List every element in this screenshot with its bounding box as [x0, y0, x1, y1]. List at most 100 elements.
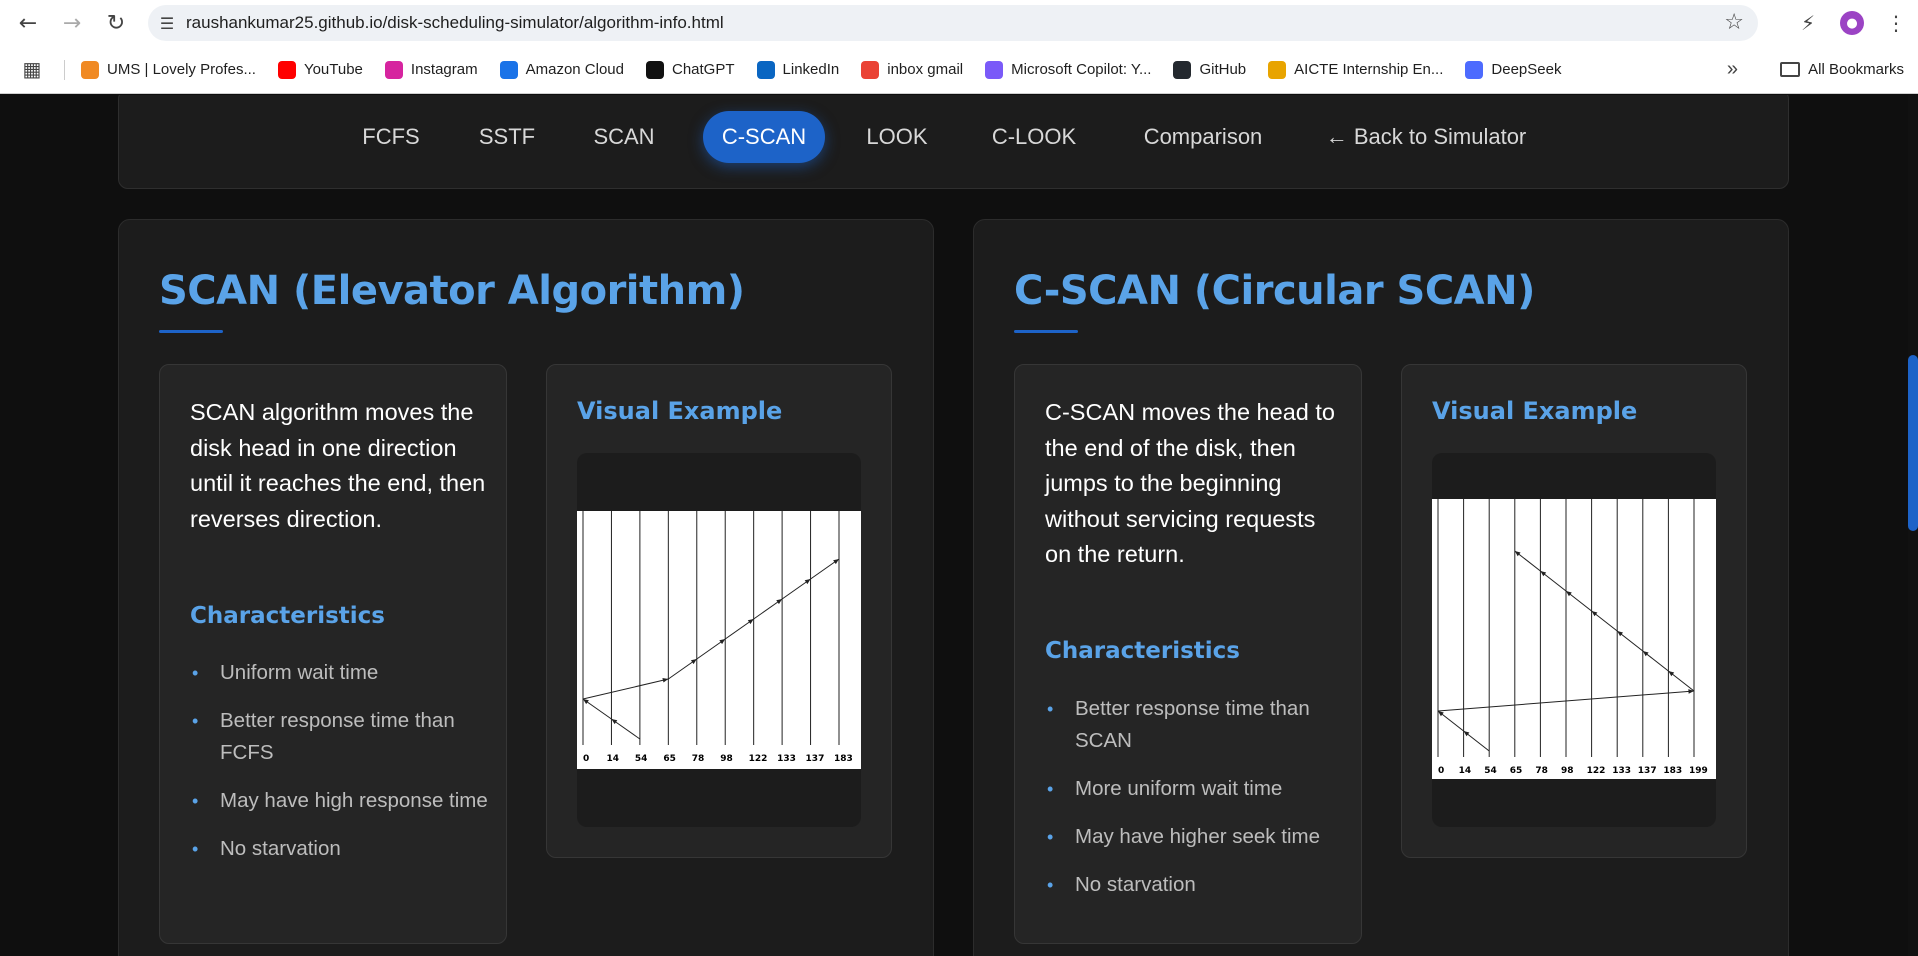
bookmark-favicon-icon: [985, 60, 1004, 79]
list-item: • Better response time than FCFS: [190, 705, 490, 769]
menu-dots-icon[interactable]: ⋮: [1874, 11, 1918, 35]
scan-card: SCAN (Elevator Algorithm) SCAN algorithm…: [118, 219, 934, 956]
tab-comparison[interactable]: Comparison: [1119, 111, 1287, 163]
c-scan-card: C-SCAN (Circular SCAN) C-SCAN moves the …: [973, 219, 1789, 956]
bookmark-label: Microsoft Copilot: Y...: [1011, 61, 1152, 78]
title-underline: [1014, 330, 1078, 333]
bookmark-favicon-icon: [1173, 60, 1192, 79]
bullet-icon: •: [192, 711, 199, 731]
tick-label: 137: [1638, 766, 1657, 776]
bookmark-item[interactable]: Amazon Cloud: [499, 60, 624, 79]
tick-label: 0: [1438, 766, 1444, 776]
bullet-icon: •: [1047, 875, 1054, 895]
back-to-simulator-label: Back to Simulator: [1353, 124, 1527, 149]
tab-c-scan[interactable]: C-SCAN: [703, 111, 825, 163]
bookmark-favicon-icon: [646, 60, 664, 79]
list-item: • May have high response time: [190, 785, 490, 817]
tab-look[interactable]: LOOK: [849, 111, 945, 163]
tick-label: 133: [1612, 766, 1631, 776]
bookmark-item[interactable]: GitHub: [1173, 60, 1246, 79]
bookmark-label: inbox gmail: [887, 61, 964, 78]
tick-label: 14: [1459, 766, 1472, 776]
bookmark-favicon-icon: [756, 60, 775, 79]
avatar: ●: [1840, 11, 1864, 35]
tab-sstf[interactable]: SSTF: [463, 111, 551, 163]
bookmark-label: LinkedIn: [782, 61, 840, 78]
apps-grid-icon[interactable]: ▦: [0, 57, 64, 82]
forward-arrow-icon[interactable]: →: [50, 1, 94, 45]
page-content: FCFS SSTF SCAN C-SCAN LOOK C-LOOK Compar…: [0, 95, 1918, 956]
scan-characteristics-title: Characteristics: [190, 603, 385, 629]
bookmark-item[interactable]: Instagram: [384, 60, 478, 79]
tab-scan[interactable]: SCAN: [575, 111, 673, 163]
bookmark-label: Instagram: [410, 61, 478, 78]
all-bookmarks-button[interactable]: All Bookmarks: [1780, 61, 1904, 78]
bookmark-item[interactable]: AICTE Internship En...: [1268, 60, 1444, 79]
tab-c-look[interactable]: C-LOOK: [971, 111, 1097, 163]
reload-icon[interactable]: ↻: [94, 1, 138, 45]
scan-description-panel: SCAN algorithm moves the disk head in on…: [159, 364, 507, 944]
bookmark-item[interactable]: Microsoft Copilot: Y...: [985, 60, 1152, 79]
tick-label: 98: [720, 754, 733, 764]
tick-label: 65: [663, 754, 676, 764]
extension-icon[interactable]: ⚡: [1786, 11, 1830, 35]
bullet-icon: •: [1047, 779, 1054, 799]
tab-fcfs[interactable]: FCFS: [343, 111, 439, 163]
list-item-text: Better response time than SCAN: [1075, 697, 1310, 752]
more-bookmarks-icon[interactable]: »: [1727, 58, 1738, 81]
folder-icon: [1780, 62, 1801, 77]
list-item-text: No starvation: [1075, 873, 1196, 896]
tick-label: 122: [1587, 766, 1606, 776]
bullet-icon: •: [192, 839, 199, 859]
bookmark-favicon-icon: [861, 60, 880, 79]
tick-label: 54: [635, 754, 648, 764]
c-scan-visual-title: Visual Example: [1432, 397, 1638, 425]
back-to-simulator-link[interactable]: ← Back to Simulator: [1315, 111, 1537, 163]
page-scrollbar[interactable]: [1908, 95, 1918, 956]
bookmark-favicon-icon: [499, 60, 518, 79]
c-scan-characteristics-list: • Better response time than SCAN • More un…: [1045, 693, 1345, 917]
address-bar[interactable]: ☰ raushankumar25.github.io/disk-scheduli…: [148, 5, 1758, 41]
tick-label: 122: [749, 754, 768, 764]
site-info-icon[interactable]: ☰: [148, 14, 186, 33]
c-scan-description-panel: C-SCAN moves the head to the end of the …: [1014, 364, 1362, 944]
list-item: • Better response time than SCAN: [1045, 693, 1345, 757]
c-scan-visual-panel: Visual Example 0 14 54 65 78 98 122 133 137 183 19…: [1401, 364, 1747, 858]
bullet-icon: •: [192, 663, 199, 683]
bookmark-label: AICTE Internship En...: [1294, 61, 1444, 78]
bookmark-favicon-icon: [1465, 60, 1484, 79]
bookmark-item[interactable]: ChatGPT: [646, 60, 735, 79]
bookmark-item[interactable]: LinkedIn: [756, 60, 840, 79]
bookmark-label: DeepSeek: [1491, 61, 1562, 78]
bookmark-favicon-icon: [384, 60, 403, 79]
bookmarks-bar: ▦ UMS | Lovely Profes... YouTube Instagram…: [0, 46, 1918, 94]
c-scan-title: C-SCAN (Circular SCAN): [1014, 268, 1535, 314]
bookmark-item[interactable]: YouTube: [277, 60, 363, 79]
arrow-left-icon: ←: [1325, 124, 1348, 149]
scan-diagram: 0 14 54 65 78 98 122 133 137 183: [577, 511, 861, 769]
browser-toolbar: ← → ↻ ☰ raushankumar25.github.io/disk-sc…: [0, 0, 1918, 46]
tick-label: 133: [777, 754, 796, 764]
tick-label: 78: [692, 754, 705, 764]
bookmark-favicon-icon: [81, 60, 99, 79]
bookmark-item[interactable]: UMS | Lovely Profes...: [81, 60, 256, 79]
bookmarks-divider: [64, 59, 65, 80]
scan-description: SCAN algorithm moves the disk head in on…: [190, 399, 486, 532]
bookmark-item[interactable]: DeepSeek: [1465, 60, 1562, 79]
bookmark-item[interactable]: inbox gmail: [861, 60, 964, 79]
list-item: • No starvation: [190, 833, 490, 865]
tick-label: 54: [1484, 766, 1497, 776]
scrollbar-thumb[interactable]: [1908, 355, 1918, 531]
bookmark-list: UMS | Lovely Profes... YouTube Instagram Am…: [81, 60, 1583, 79]
bookmark-label: ChatGPT: [672, 61, 735, 78]
diagram-background: [577, 511, 861, 769]
algorithm-tabs: FCFS SSTF SCAN C-SCAN LOOK C-LOOK Compar…: [118, 95, 1789, 189]
back-arrow-icon[interactable]: ←: [6, 1, 50, 45]
bookmark-star-icon[interactable]: ☆: [1724, 10, 1744, 35]
tick-label: 78: [1535, 766, 1548, 776]
tick-label: 137: [806, 754, 825, 764]
list-item: • More uniform wait time: [1045, 773, 1345, 805]
list-item-text: No starvation: [220, 837, 341, 860]
title-underline: [159, 330, 223, 333]
profile-avatar[interactable]: ●: [1830, 11, 1874, 35]
